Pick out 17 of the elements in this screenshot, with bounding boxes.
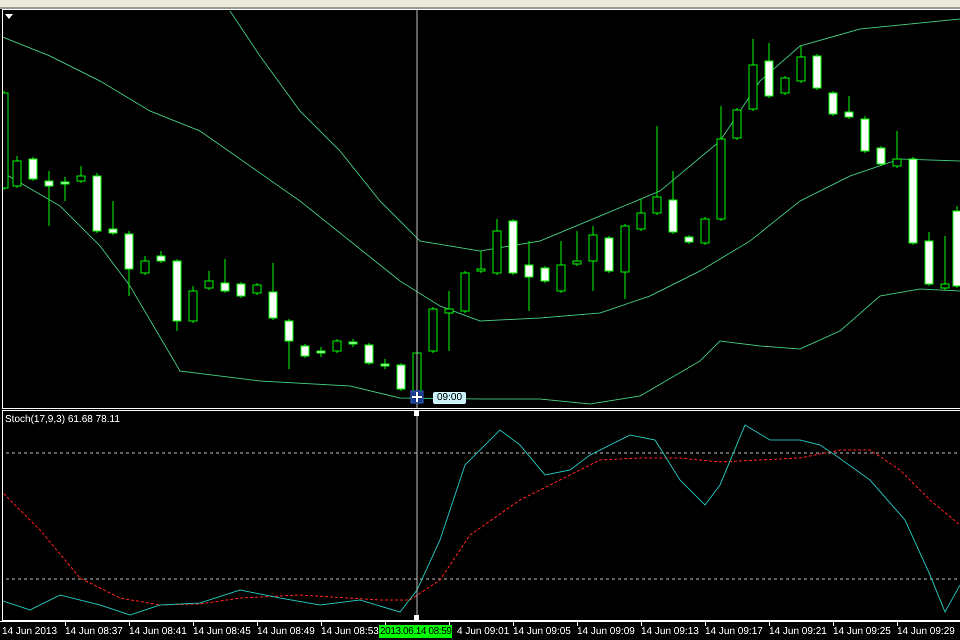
- indicator-label: Stoch(17,9,3) 61.68 78.11: [5, 414, 120, 425]
- time-label: 14 Jun 08:49: [257, 626, 315, 637]
- time-label: 14 Jun 08:37: [65, 626, 123, 637]
- time-label: 14 Jun 09:21: [769, 626, 827, 637]
- cursor-time-label: 2013.06.14 08:59: [379, 625, 452, 638]
- time-label: 14 Jun 09:17: [705, 626, 763, 637]
- time-label: 14 Jun 08:41: [129, 626, 187, 637]
- time-label: 14 Jun 2013: [2, 626, 58, 637]
- time-label: 14 Jun 09:05: [513, 626, 571, 637]
- time-label: 14 Jun 09:13: [641, 626, 699, 637]
- time-label: 14 Jun 08:53: [321, 626, 379, 637]
- time-label: 14 Jun 08:45: [193, 626, 251, 637]
- time-label: 14 Jun 09:25: [833, 626, 891, 637]
- time-label: 14 Jun 09:29: [897, 626, 955, 637]
- time-label: 14 Jun 09:09: [577, 626, 635, 637]
- time-label: 4 Jun 09:01: [457, 626, 510, 637]
- crosshair-time-label: 09:00: [433, 392, 466, 404]
